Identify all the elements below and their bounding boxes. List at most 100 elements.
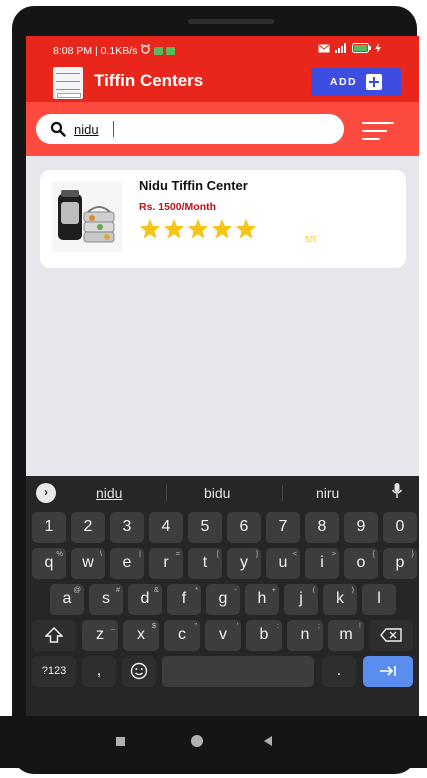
key-hint: *: [195, 585, 198, 594]
notification-icon: [154, 46, 164, 55]
key-row3-7[interactable]: k): [323, 584, 357, 615]
shift-icon: [44, 626, 64, 643]
hamburger-menu-icon[interactable]: [362, 120, 394, 142]
key-row3-2[interactable]: d &: [128, 584, 162, 615]
key-row3-8[interactable]: l: [362, 584, 396, 615]
logo-line: [56, 73, 80, 74]
battery-icon: [352, 43, 372, 56]
key-row2-4[interactable]: t[: [188, 548, 222, 579]
key-row4-2[interactable]: c ": [164, 620, 200, 651]
key-label: e: [122, 554, 132, 571]
key-label: b: [259, 626, 269, 643]
star-icon: [163, 218, 185, 239]
key-label: h: [257, 590, 267, 607]
key-label: 9: [356, 518, 366, 535]
key-row2-5[interactable]: y]: [227, 548, 261, 579]
key-label: v: [219, 626, 227, 643]
text-cursor: [113, 121, 114, 137]
key-row3-6[interactable]: j(: [284, 584, 318, 615]
key-hint: ;: [317, 621, 320, 630]
key-row4-1[interactable]: x $: [123, 620, 159, 651]
key-label: x: [137, 626, 145, 643]
key-hint: =: [175, 549, 180, 558]
key-hint: %: [56, 549, 63, 558]
key-row3-0[interactable]: a @: [50, 584, 84, 615]
key-label: o: [356, 554, 366, 571]
key-row4-4[interactable]: b:: [246, 620, 282, 651]
key-label: d: [140, 590, 150, 607]
key-label: g: [218, 590, 228, 607]
star-icon: [235, 218, 257, 239]
key-label: j: [299, 590, 303, 607]
key-label: n: [300, 626, 310, 643]
shift-key[interactable]: [32, 620, 76, 651]
key-row2-0[interactable]: q%: [32, 548, 66, 579]
search-input[interactable]: [74, 119, 314, 139]
key-label: 8: [317, 518, 327, 535]
soft-keyboard: › nidu bidu niru 1234567890 q% w \ e | r = t[y]…: [26, 476, 419, 716]
suggestion-divider: [282, 485, 283, 501]
back-icon[interactable]: [264, 736, 272, 746]
recent-apps-icon[interactable]: [116, 737, 125, 746]
key-label: i: [320, 554, 324, 571]
key-row-5: ?123 , .: [26, 656, 419, 688]
home-icon[interactable]: [191, 735, 203, 747]
key-row-4: z _ x $ c " v ' b: n; m!: [26, 620, 419, 652]
key-row4-6[interactable]: m!: [328, 620, 364, 651]
key-hint: &: [153, 585, 159, 594]
suggestion-2[interactable]: bidu: [204, 485, 230, 501]
key-hint: {: [372, 549, 375, 558]
system-navigation-bar: [0, 716, 427, 768]
center-price: Rs. 1500/Month: [139, 201, 217, 213]
key-hint: @: [73, 585, 81, 594]
microphone-icon[interactable]: [391, 482, 403, 505]
space-key[interactable]: [162, 656, 314, 687]
key-label: w: [82, 554, 94, 571]
key-label: a: [62, 590, 72, 607]
key-hint: #: [115, 585, 120, 594]
tiffin-center-card[interactable]: Nidu Tiffin Center Rs. 1500/Month 5/5: [40, 170, 406, 268]
key-row3-4[interactable]: g-: [206, 584, 240, 615]
signal-icon: [333, 43, 349, 56]
key-row2-7[interactable]: i >: [305, 548, 339, 579]
key-row2-8[interactable]: o{: [344, 548, 378, 579]
suggestion-1[interactable]: nidu: [96, 485, 122, 501]
emoji-icon: [130, 662, 148, 680]
status-left: 8:08 PM | 0.1KB/s: [53, 44, 176, 57]
key-row4-3[interactable]: v ': [205, 620, 241, 651]
key-label: f: [181, 590, 187, 607]
key-label: c: [178, 626, 186, 643]
emoji-key[interactable]: [122, 656, 156, 687]
period-key[interactable]: .: [322, 656, 356, 687]
suggestion-3[interactable]: niru: [316, 485, 339, 501]
message-icon: [318, 44, 330, 56]
key-hint: :: [276, 621, 279, 630]
tiffin-box-image: [52, 182, 122, 252]
key-hint: (: [312, 585, 316, 594]
notification-icon-2: [166, 46, 176, 55]
key-hint: -: [234, 585, 238, 594]
key-row3-1[interactable]: s #: [89, 584, 123, 615]
key-hint: ]: [255, 549, 258, 558]
key-hint: \: [99, 549, 102, 558]
key-row4-5[interactable]: n;: [287, 620, 323, 651]
expand-chevron-icon[interactable]: ›: [36, 483, 56, 503]
symbols-key[interactable]: ?123: [32, 656, 76, 687]
center-name: Nidu Tiffin Center: [139, 178, 248, 193]
add-button[interactable]: ADD: [311, 68, 401, 96]
key-row4-0[interactable]: z _: [82, 620, 118, 651]
rating-text: 5/5: [305, 234, 317, 244]
enter-key[interactable]: [363, 656, 413, 687]
tiffin-logo-icon: [53, 67, 83, 99]
logo-line: [56, 81, 80, 82]
comma-key[interactable]: ,: [82, 656, 116, 687]
key-hint: ': [236, 621, 238, 630]
backspace-key[interactable]: [369, 620, 413, 651]
logo-base: [57, 93, 81, 98]
key-row2-9[interactable]: p}: [383, 548, 417, 579]
app-bar: Tiffin Centers ADD: [26, 62, 419, 102]
search-box[interactable]: [36, 114, 344, 144]
key-row3-5[interactable]: h +: [245, 584, 279, 615]
key-hint: ): [351, 585, 355, 594]
key-hint: >: [331, 549, 336, 558]
